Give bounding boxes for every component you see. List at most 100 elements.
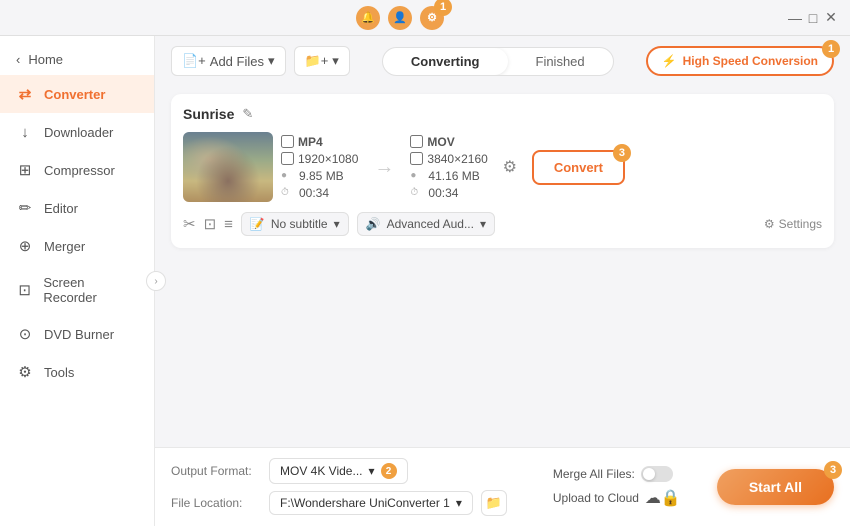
sidebar-item-tools[interactable]: ⚙ Tools bbox=[0, 353, 154, 391]
subtitle-chevron: ▾ bbox=[334, 217, 340, 231]
settings-link[interactable]: ⚙ Settings bbox=[764, 217, 822, 231]
subtitle-label: No subtitle bbox=[271, 217, 328, 231]
tab-group: Converting Finished bbox=[382, 47, 614, 76]
output-format-select[interactable]: MOV 4K Vide... ▾ 2 bbox=[269, 458, 408, 484]
profile-btn[interactable]: 👤 bbox=[388, 6, 412, 30]
start-all-button[interactable]: Start All 3 bbox=[717, 469, 834, 505]
sidebar-item-compressor[interactable]: ⊞ Compressor bbox=[0, 151, 154, 189]
target-duration: 00:34 bbox=[428, 186, 458, 200]
merge-toggle[interactable] bbox=[641, 466, 673, 482]
start-all-badge: 3 bbox=[824, 461, 842, 479]
source-resolution: 1920×1080 bbox=[298, 152, 358, 166]
source-format: MP4 bbox=[298, 135, 323, 149]
chevron-down-icon2: ▾ bbox=[332, 53, 339, 69]
window-controls: — □ ✕ bbox=[788, 11, 838, 25]
top-badge: 1 bbox=[434, 0, 452, 16]
toolbar-badge: 1 bbox=[822, 40, 840, 58]
cut-icon[interactable]: ✂ bbox=[183, 215, 196, 233]
notification-btn[interactable]: 🔔 bbox=[356, 6, 380, 30]
sidebar-item-converter[interactable]: ⇄ Converter bbox=[0, 75, 154, 113]
output-format-value: MOV 4K Vide... bbox=[280, 464, 362, 478]
converter-icon: ⇄ bbox=[16, 85, 34, 103]
browse-folder-button[interactable]: 📁 bbox=[481, 490, 507, 516]
sidebar-item-downloader[interactable]: ↓ Downloader bbox=[0, 113, 154, 151]
subtitle-select[interactable]: 📝 No subtitle ▾ bbox=[241, 212, 349, 236]
chevron-left-icon: ‹ bbox=[16, 52, 20, 67]
file-card: Sunrise ✎ MP4 bbox=[171, 94, 834, 248]
sidebar-item-label: Downloader bbox=[44, 125, 113, 140]
thumbnail-inner bbox=[183, 132, 273, 202]
sidebar-item-label: Editor bbox=[44, 201, 78, 216]
downloader-icon: ↓ bbox=[16, 123, 34, 141]
audio-select[interactable]: 🔊 Advanced Aud... ▾ bbox=[357, 212, 495, 236]
content-area: Sunrise ✎ MP4 bbox=[155, 86, 850, 447]
source-size: 9.85 MB bbox=[299, 169, 344, 183]
source-size-row: ● 9.85 MB bbox=[281, 169, 358, 183]
cloud-icon[interactable]: ☁🔒 bbox=[645, 488, 681, 508]
file-header: Sunrise ✎ bbox=[183, 106, 822, 122]
audio-label: Advanced Aud... bbox=[387, 217, 474, 231]
source-resolution-row: 1920×1080 bbox=[281, 152, 358, 166]
settings-top-btn[interactable]: ⚙ 1 bbox=[420, 6, 444, 30]
bottom-fields: Output Format: MOV 4K Vide... ▾ 2 File L… bbox=[171, 458, 517, 516]
compressor-icon: ⊞ bbox=[16, 161, 34, 179]
file-title: Sunrise bbox=[183, 106, 234, 122]
add-folder-icon: 📁+ bbox=[305, 53, 329, 69]
file-location-label: File Location: bbox=[171, 496, 261, 510]
target-size-row: ● 41.16 MB bbox=[410, 169, 487, 183]
convert-label: Convert bbox=[554, 160, 603, 175]
merge-label: Merge All Files: bbox=[553, 467, 635, 481]
output-format-label: Output Format: bbox=[171, 464, 261, 478]
dvd-burner-icon: ⊙ bbox=[16, 325, 34, 343]
convert-button[interactable]: Convert 3 bbox=[532, 150, 625, 185]
sidebar-item-editor[interactable]: ✏ Editor bbox=[0, 189, 154, 227]
subtitle-icon: 📝 bbox=[250, 217, 265, 231]
settings-gear-btn[interactable]: ⚙ bbox=[496, 153, 524, 181]
chevron-down-icon: ▾ bbox=[268, 53, 275, 69]
add-file-icon: 📄+ bbox=[182, 53, 206, 69]
sidebar-item-screen-recorder[interactable]: ⊡ Screen Recorder bbox=[0, 265, 154, 315]
effects-icon[interactable]: ≡ bbox=[224, 216, 233, 233]
sidebar-home[interactable]: ‹ Home bbox=[0, 44, 154, 75]
target-format: MOV bbox=[427, 135, 454, 149]
upload-label: Upload to Cloud bbox=[553, 491, 639, 505]
arrow-block: → bbox=[366, 156, 402, 179]
tab-converting[interactable]: Converting bbox=[383, 48, 508, 75]
source-format-checkbox[interactable] bbox=[281, 135, 294, 148]
sidebar-item-merger[interactable]: ⊕ Merger bbox=[0, 227, 154, 265]
file-location-select[interactable]: F:\Wondershare UniConverter 1 ▾ bbox=[269, 491, 473, 515]
tab-finished[interactable]: Finished bbox=[508, 48, 613, 75]
output-format-field: Output Format: MOV 4K Vide... ▾ 2 bbox=[171, 458, 517, 484]
titlebar-icons: 🔔 👤 ⚙ 1 bbox=[356, 6, 444, 30]
crop-icon[interactable]: ⊡ bbox=[204, 215, 217, 233]
minimize-button[interactable]: — bbox=[788, 11, 802, 25]
high-speed-button[interactable]: ⚡ High Speed Conversion 1 bbox=[646, 46, 834, 76]
folder-icon: 📁 bbox=[486, 495, 502, 511]
target-resolution-checkbox[interactable] bbox=[410, 152, 423, 165]
screen-recorder-icon: ⊡ bbox=[16, 281, 33, 299]
editor-icon: ✏ bbox=[16, 199, 34, 217]
add-file-button[interactable]: 📄+ Add Files ▾ bbox=[171, 46, 286, 76]
close-button[interactable]: ✕ bbox=[824, 11, 838, 25]
target-format-checkbox[interactable] bbox=[410, 135, 423, 148]
audio-chevron: ▾ bbox=[480, 217, 486, 231]
source-resolution-checkbox[interactable] bbox=[281, 152, 294, 165]
sidebar-item-dvd-burner[interactable]: ⊙ DVD Burner bbox=[0, 315, 154, 353]
source-duration: 00:34 bbox=[299, 186, 329, 200]
edit-icon[interactable]: ✎ bbox=[242, 106, 253, 122]
settings-gear-small-icon: ⚙ bbox=[764, 217, 775, 231]
titlebar: 🔔 👤 ⚙ 1 — □ ✕ bbox=[0, 0, 850, 36]
maximize-button[interactable]: □ bbox=[806, 11, 820, 25]
add-file-label: Add Files bbox=[210, 54, 264, 69]
toolbar: 📄+ Add Files ▾ 📁+ ▾ Converting Finished … bbox=[155, 36, 850, 86]
merge-all-field: Merge All Files: bbox=[553, 466, 681, 482]
target-size: 41.16 MB bbox=[428, 169, 479, 183]
sidebar-collapse-btn[interactable]: › bbox=[146, 271, 166, 291]
merger-icon: ⊕ bbox=[16, 237, 34, 255]
settings-link-label: Settings bbox=[779, 217, 822, 231]
right-options: Merge All Files: Upload to Cloud ☁🔒 bbox=[553, 466, 681, 508]
toggle-knob bbox=[643, 468, 655, 480]
add-folder-button[interactable]: 📁+ ▾ bbox=[294, 46, 350, 76]
file-row: MP4 1920×1080 ● 9.85 MB ⏱ 00:34 bbox=[183, 132, 822, 202]
source-format-block: MP4 1920×1080 ● 9.85 MB ⏱ 00:34 bbox=[281, 135, 358, 200]
